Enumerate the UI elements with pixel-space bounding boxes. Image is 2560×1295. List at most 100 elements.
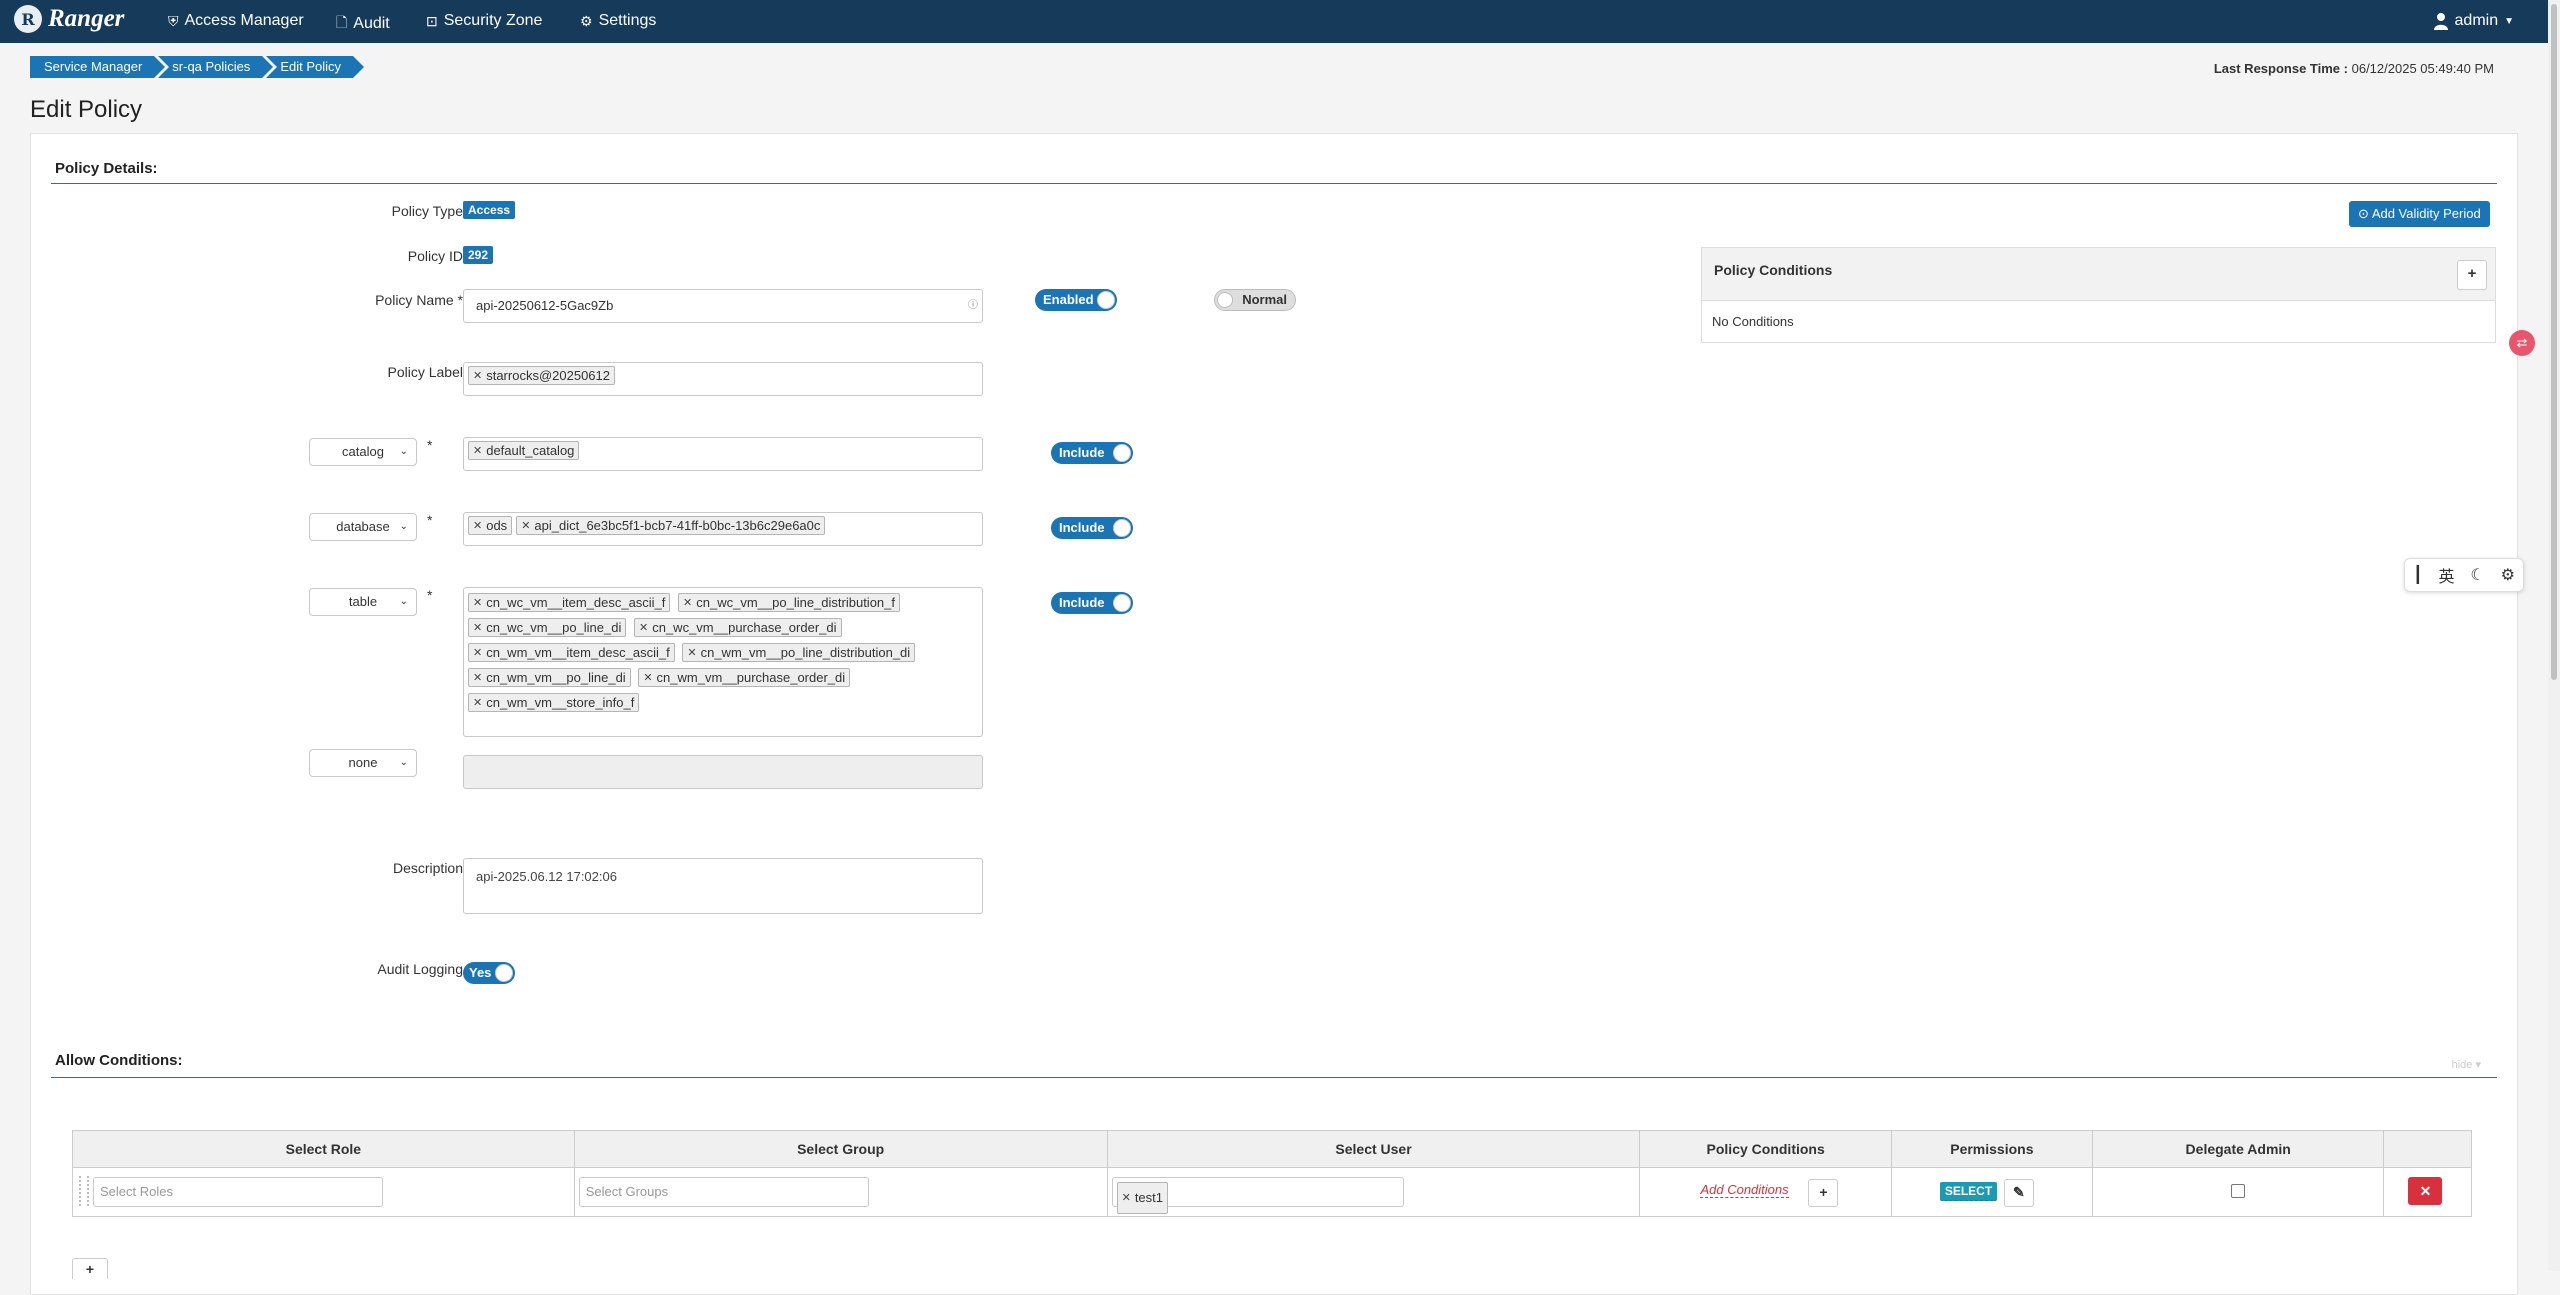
gear-icon[interactable]: ⚙ bbox=[2501, 565, 2515, 585]
tag-text: default_catalog bbox=[486, 443, 575, 458]
scrollbar-thumb[interactable] bbox=[2551, 4, 2557, 680]
role-cell: Select Roles bbox=[72, 1167, 575, 1217]
remove-tag-icon[interactable]: ✕ bbox=[473, 621, 482, 634]
add-validity-label: Add Validity Period bbox=[2371, 206, 2481, 221]
chevron-down-icon: ⌄ bbox=[399, 757, 408, 768]
resource-tag[interactable]: ✕ default_catalog bbox=[468, 441, 580, 460]
file-icon: 🗋 bbox=[336, 14, 348, 30]
edit-permissions-button[interactable]: ✎ bbox=[2003, 1179, 2034, 1207]
breadcrumb-edit-policy: Edit Policy bbox=[266, 56, 364, 78]
table-values-input[interactable]: ✕ cn_wc_vm__item_desc_ascii_f ✕ cn_wc_vm__… bbox=[463, 587, 983, 737]
brand-logo[interactable]: R Ranger bbox=[14, 5, 124, 33]
nav-audit[interactable]: 🗋 Audit bbox=[336, 12, 390, 36]
resource-tag[interactable]: ✕ cn_wc_vm__po_line_di bbox=[468, 618, 627, 637]
include-label: Include bbox=[1059, 445, 1105, 460]
policy-name-input[interactable]: api-20250612-5Gac9Zb ⓘ bbox=[463, 289, 983, 323]
policy-label-input[interactable]: ✕ starrocks@20250612 bbox=[463, 362, 983, 396]
resource-type-select-database[interactable]: database ⌄ bbox=[309, 513, 417, 541]
include-toggle-catalog[interactable]: Include bbox=[1051, 442, 1133, 464]
resource-tag[interactable]: ✕ cn_wc_vm__po_line_distribution_f bbox=[678, 593, 900, 612]
toggle-knob bbox=[1097, 291, 1115, 309]
col-delegate-admin: Delegate Admin bbox=[2091, 1130, 2385, 1168]
select-permission-badge[interactable]: SELECT bbox=[1939, 1182, 1998, 1201]
audit-logging-toggle[interactable]: Yes bbox=[463, 962, 515, 984]
select-roles-input[interactable]: Select Roles bbox=[93, 1177, 383, 1207]
moon-icon[interactable]: ☾ bbox=[2470, 565, 2484, 585]
add-row-button[interactable]: + bbox=[72, 1258, 108, 1279]
scrollbar[interactable] bbox=[2548, 0, 2560, 1271]
add-validity-period-button[interactable]: ⊙ Add Validity Period bbox=[2349, 201, 2490, 227]
delegate-admin-checkbox[interactable] bbox=[2230, 1184, 2245, 1198]
resource-tag[interactable]: ✕ ods bbox=[468, 516, 513, 535]
remove-tag-icon[interactable]: ✕ bbox=[683, 596, 692, 609]
pencil-icon: ✎ bbox=[2012, 1184, 2025, 1200]
resource-tag[interactable]: ✕ api_dict_6e3bc5f1-bcb7-41ff-b0bc-13b6c2… bbox=[516, 516, 826, 535]
brand-name: Ranger bbox=[48, 5, 125, 32]
resource-type-select-none[interactable]: none ⌄ bbox=[309, 749, 417, 777]
normal-toggle[interactable]: Normal bbox=[1214, 289, 1296, 311]
breadcrumb-service-manager[interactable]: Service Manager bbox=[30, 56, 166, 78]
resource-tag[interactable]: ✕ cn_wm_vm__item_desc_ascii_f bbox=[468, 643, 675, 662]
user-tag[interactable]: ✕ test1 bbox=[1116, 1182, 1168, 1214]
breadcrumb: Service Manager sr-qa Policies Edit Poli… bbox=[30, 56, 364, 78]
description-value: api-2025.06.12 17:02:06 bbox=[476, 869, 617, 884]
include-toggle-database[interactable]: Include bbox=[1051, 517, 1133, 539]
resource-tag[interactable]: ✕ cn_wm_vm__po_line_di bbox=[468, 668, 631, 687]
resource-tag[interactable]: ✕ cn_wm_vm__store_info_f bbox=[468, 693, 640, 712]
include-label: Include bbox=[1059, 595, 1105, 610]
nav-label: Access Manager bbox=[184, 12, 304, 29]
catalog-values-input[interactable]: ✕ default_catalog bbox=[463, 437, 983, 471]
resource-tag[interactable]: ✕ cn_wc_vm__purchase_order_di bbox=[634, 618, 842, 637]
tag-text: cn_wc_vm__po_line_distribution_f bbox=[696, 595, 895, 610]
resource-type-select-catalog[interactable]: catalog ⌄ bbox=[309, 438, 417, 466]
nav-security-zone[interactable]: ⊡ Security Zone bbox=[426, 12, 542, 30]
description-textarea[interactable]: api-2025.06.12 17:02:06 bbox=[463, 858, 983, 914]
add-conditions-link[interactable]: Add Conditions bbox=[1700, 1182, 1789, 1198]
tag-text: starrocks@20250612 bbox=[486, 368, 610, 383]
select-users-input[interactable]: ✕ test1 bbox=[1111, 1177, 1404, 1214]
remove-tag-icon[interactable]: ✕ bbox=[1122, 1184, 1131, 1212]
resource-tag[interactable]: ✕ cn_wc_vm__item_desc_ascii_f bbox=[468, 593, 671, 612]
delete-row-button[interactable]: ✕ bbox=[2408, 1177, 2443, 1205]
database-values-input[interactable]: ✕ ods ✕ api_dict_6e3bc5f1-bcb7-41ff-b0bc-13… bbox=[463, 512, 983, 546]
remove-tag-icon[interactable]: ✕ bbox=[473, 519, 482, 532]
resource-type-select-table[interactable]: table ⌄ bbox=[309, 588, 417, 616]
tag-text: cn_wm_vm__item_desc_ascii_f bbox=[486, 645, 670, 660]
include-toggle-table[interactable]: Include bbox=[1051, 592, 1133, 614]
remove-tag-icon[interactable]: ✕ bbox=[639, 621, 648, 634]
toggle-knob bbox=[1113, 594, 1131, 612]
col-policy-conditions: Policy Conditions bbox=[1639, 1130, 1892, 1168]
remove-tag-icon[interactable]: ✕ bbox=[473, 596, 482, 609]
enabled-toggle[interactable]: Enabled bbox=[1035, 289, 1117, 311]
add-condition-plus-button[interactable]: + bbox=[1808, 1179, 1839, 1207]
select-groups-input[interactable]: Select Groups bbox=[578, 1177, 869, 1207]
remove-tag-icon[interactable]: ✕ bbox=[473, 646, 482, 659]
divider bbox=[51, 1077, 2497, 1078]
remove-tag-icon[interactable]: ✕ bbox=[643, 671, 652, 684]
edit-policy-panel: Policy Details: Policy Type Access Polic… bbox=[30, 133, 2518, 1295]
remove-tag-icon[interactable]: ✕ bbox=[473, 696, 482, 709]
remove-tag-icon[interactable]: ✕ bbox=[521, 519, 530, 532]
resource-tag[interactable]: ✕ cn_wm_vm__po_line_distribution_di bbox=[682, 643, 916, 662]
tag-text: ods bbox=[486, 518, 508, 533]
resource-tag[interactable]: ✕ cn_wm_vm__purchase_order_di bbox=[638, 668, 851, 687]
close-icon: ✕ bbox=[2419, 1183, 2432, 1199]
ime-lang-toggle[interactable]: 英 bbox=[2439, 563, 2455, 587]
policy-label-tag[interactable]: ✕ starrocks@20250612 bbox=[468, 366, 615, 385]
drag-bar-icon[interactable]: ┃ bbox=[2413, 565, 2423, 585]
remove-tag-icon[interactable]: ✕ bbox=[473, 444, 482, 457]
nav-access-manager[interactable]: ⛨ Access Manager bbox=[168, 12, 304, 30]
drag-handle-icon[interactable] bbox=[79, 1176, 89, 1206]
remove-tag-icon[interactable]: ✕ bbox=[473, 671, 482, 684]
col-select-user: Select User bbox=[1106, 1130, 1641, 1168]
nav-settings[interactable]: ⚙ Settings bbox=[580, 12, 656, 30]
remove-tag-icon[interactable]: ✕ bbox=[473, 369, 482, 382]
enabled-toggle-label: Enabled bbox=[1043, 292, 1094, 307]
add-condition-button[interactable]: + bbox=[2457, 260, 2487, 290]
user-menu[interactable]: admin ▼ bbox=[2433, 12, 2514, 30]
translate-widget[interactable]: ⇄ bbox=[2509, 330, 2535, 356]
breadcrumb-policies[interactable]: sr-qa Policies bbox=[158, 56, 274, 78]
remove-tag-icon[interactable]: ✕ bbox=[687, 646, 696, 659]
hide-toggle[interactable]: hide ▾ bbox=[2452, 1058, 2481, 1071]
ime-toolbar: ┃ 英 ☾ ⚙ bbox=[2404, 558, 2524, 592]
